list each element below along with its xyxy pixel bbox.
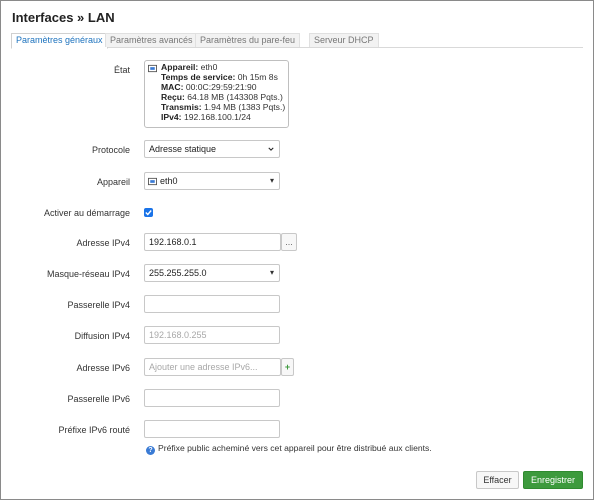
routed-prefix-help: ? Préfixe public acheminé vers cet appare…	[146, 443, 432, 455]
routed-prefix-help-text: Préfixe public acheminé vers cet apparei…	[158, 443, 432, 453]
ipv4-address-label: Adresse IPv4	[76, 238, 130, 248]
routed-prefix-input[interactable]	[144, 420, 280, 438]
tab-bar: Paramètres généraux Paramètres avancés P…	[11, 33, 583, 49]
tab-dhcp-server[interactable]: Serveur DHCP	[309, 33, 379, 47]
caret-down-icon: ▾	[269, 176, 274, 185]
gateway-ipv4-label: Passerelle IPv4	[67, 300, 130, 310]
netmask-select[interactable]: 255.255.255.0 ▾	[144, 264, 280, 282]
add-ipv6-button[interactable]: +	[281, 358, 294, 376]
ipv6-address-input[interactable]: Ajouter une adresse IPv6...	[144, 358, 281, 376]
autostart-checkbox[interactable]	[144, 208, 153, 217]
device-select[interactable]: eth0 ▾	[144, 172, 280, 190]
ethernet-port-icon	[148, 177, 157, 186]
status-label: État	[113, 65, 130, 75]
gateway-ipv6-input[interactable]	[144, 389, 280, 407]
status-mac-value: 00:0C:29:59:21:90	[185, 81, 257, 92]
ipv4-address-more-button[interactable]: ...	[281, 233, 297, 251]
status-rx-value: 64.18 MB (143308 Pqts.)	[187, 91, 283, 102]
autostart-label: Activer au démarrage	[43, 208, 130, 218]
save-button[interactable]: Enregistrer	[523, 471, 583, 489]
status-rx-key: Reçu:	[161, 91, 185, 102]
status-device-value: eth0	[200, 62, 218, 72]
question-icon: ?	[146, 446, 155, 455]
chevron-down-icon	[268, 147, 274, 151]
status-tx-value: 1.94 MB (1383 Pqts.)	[204, 101, 286, 112]
protocol-value: Adresse statique	[149, 144, 217, 154]
tab-general-settings[interactable]: Paramètres généraux	[11, 33, 108, 49]
status-ipv4-value: 192.168.100.1/24	[183, 111, 251, 122]
status-box: Appareil: eth0 Temps de service: 0h 15m …	[144, 60, 289, 128]
check-icon	[145, 210, 152, 216]
gateway-ipv4-input[interactable]	[144, 295, 280, 313]
ethernet-port-icon	[148, 64, 157, 73]
ipv6-address-label: Adresse IPv6	[76, 363, 130, 373]
caret-down-icon: ▾	[269, 268, 274, 277]
broadcast-input[interactable]: 192.168.0.255	[144, 326, 280, 344]
status-tx-key: Transmis:	[161, 101, 202, 112]
status-uptime-key: Temps de service:	[161, 71, 236, 82]
status-uptime-value: 0h 15m 8s	[237, 71, 278, 82]
ipv4-address-input[interactable]: 192.168.0.1	[144, 233, 281, 251]
netmask-label: Masque-réseau IPv4	[46, 269, 130, 279]
device-label: Appareil	[96, 177, 130, 187]
netmask-value: 255.255.255.0	[149, 268, 207, 278]
tab-firewall-settings[interactable]: Paramètres du pare-feu	[195, 33, 301, 47]
reset-button[interactable]: Effacer	[476, 471, 519, 489]
gateway-ipv6-label: Passerelle IPv6	[67, 394, 130, 404]
protocol-select[interactable]: Adresse statique	[144, 140, 280, 158]
broadcast-label: Diffusion IPv4	[74, 331, 130, 341]
protocol-label: Protocole	[91, 145, 130, 155]
interface-dialog: Interfaces » LAN Paramètres généraux Par…	[0, 0, 594, 500]
dialog-title: Interfaces » LAN	[12, 10, 115, 25]
routed-prefix-label: Préfixe IPv6 routé	[58, 425, 130, 435]
status-ipv4-key: IPv4:	[161, 111, 182, 122]
status-device-key: Appareil:	[161, 62, 199, 72]
status-details: Appareil: eth0 Temps de service: 0h 15m …	[161, 62, 286, 122]
status-mac-key: MAC:	[161, 81, 184, 92]
device-value: eth0	[160, 176, 178, 186]
tab-advanced-settings[interactable]: Paramètres avancés	[105, 33, 198, 47]
